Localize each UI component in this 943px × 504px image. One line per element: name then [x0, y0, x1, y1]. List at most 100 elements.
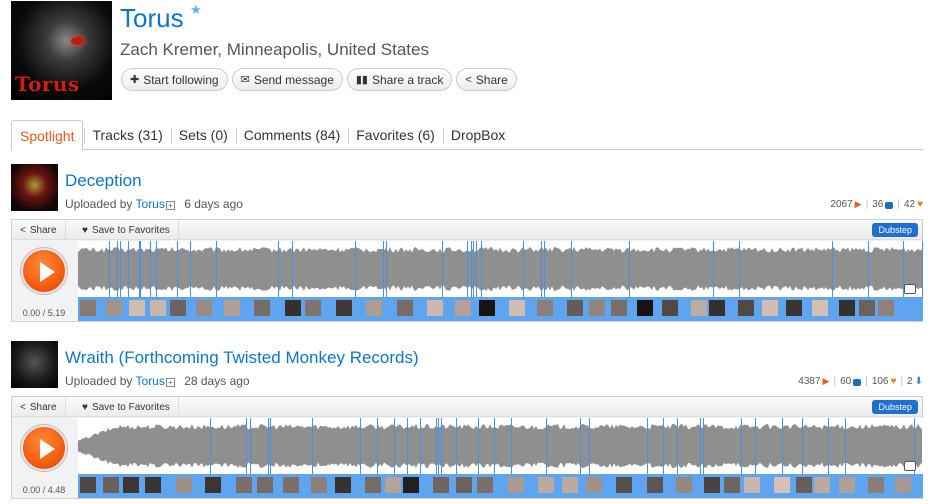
- comment-marker[interactable]: [407, 418, 408, 474]
- commenter-avatar[interactable]: [508, 477, 524, 493]
- commenter-avatar[interactable]: [123, 477, 139, 493]
- commenter-avatar[interactable]: [812, 300, 828, 316]
- comment-marker[interactable]: [190, 241, 191, 297]
- save-to-favorites-button[interactable]: ♥ Save to Favorites: [74, 397, 179, 417]
- comment-marker[interactable]: [292, 241, 293, 297]
- commenter-avatar[interactable]: [433, 477, 449, 493]
- comment-marker[interactable]: [156, 241, 157, 297]
- favorite-count[interactable]: 42: [904, 199, 915, 210]
- comment-marker[interactable]: [571, 241, 572, 297]
- comment-marker[interactable]: [700, 418, 701, 474]
- comment-marker[interactable]: [663, 418, 664, 474]
- commenter-avatar[interactable]: [762, 300, 778, 316]
- commenter-avatar[interactable]: [311, 477, 327, 493]
- comment-marker[interactable]: [117, 241, 118, 297]
- comment-marker[interactable]: [377, 418, 378, 474]
- comment-marker[interactable]: [580, 418, 581, 474]
- commenter-avatar[interactable]: [477, 477, 493, 493]
- comment-marker[interactable]: [677, 418, 678, 474]
- commenter-avatar[interactable]: [365, 477, 381, 493]
- tab-sets[interactable]: Sets (0): [170, 120, 236, 149]
- add-comment-icon[interactable]: [904, 284, 916, 294]
- send-message-button[interactable]: ✉ Send message: [231, 68, 343, 91]
- download-count[interactable]: 2: [907, 376, 913, 387]
- comment-marker[interactable]: [511, 418, 512, 474]
- comment-marker[interactable]: [476, 241, 477, 297]
- track-user-link[interactable]: Torus: [136, 197, 165, 211]
- start-following-button[interactable]: ✚ Start following: [121, 68, 228, 91]
- comment-count[interactable]: 36: [872, 199, 883, 210]
- comment-marker[interactable]: [177, 241, 178, 297]
- player-share-button[interactable]: < Share: [12, 397, 66, 417]
- commenter-avatar[interactable]: [456, 477, 472, 493]
- commenter-avatar[interactable]: [455, 300, 471, 316]
- commenter-avatar[interactable]: [106, 300, 122, 316]
- commenter-avatar[interactable]: [80, 477, 96, 493]
- comment-marker[interactable]: [441, 418, 442, 474]
- comment-marker[interactable]: [546, 418, 547, 474]
- commenter-avatar[interactable]: [738, 300, 754, 316]
- comment-marker[interactable]: [216, 241, 217, 297]
- commenter-avatar[interactable]: [774, 477, 790, 493]
- commenter-avatar[interactable]: [839, 300, 855, 316]
- comment-marker[interactable]: [845, 418, 846, 474]
- commenter-avatar[interactable]: [724, 477, 740, 493]
- comment-marker[interactable]: [478, 418, 479, 474]
- commenter-avatar[interactable]: [509, 300, 525, 316]
- track-title[interactable]: Deception: [65, 171, 142, 191]
- tab-favorites[interactable]: Favorites (6): [348, 120, 443, 149]
- commenter-avatar[interactable]: [637, 300, 653, 316]
- comment-marker[interactable]: [544, 241, 545, 297]
- comment-marker[interactable]: [467, 241, 468, 297]
- share-button[interactable]: < Share: [456, 68, 517, 91]
- favorite-count[interactable]: 106: [872, 376, 889, 387]
- follow-plus-icon[interactable]: +: [165, 378, 175, 387]
- commenter-avatar[interactable]: [859, 300, 875, 316]
- comment-marker[interactable]: [109, 241, 110, 297]
- commenter-avatar[interactable]: [562, 477, 578, 493]
- track-title[interactable]: Wraith (Forthcoming Twisted Monkey Recor…: [65, 348, 419, 368]
- commenter-avatar[interactable]: [647, 477, 663, 493]
- tab-spotlight[interactable]: Spotlight: [11, 120, 84, 151]
- comment-marker[interactable]: [741, 418, 742, 474]
- profile-name[interactable]: Torus: [120, 3, 184, 34]
- comment-marker[interactable]: [473, 241, 474, 297]
- commenter-avatar[interactable]: [176, 477, 192, 493]
- track-artwork[interactable]: [11, 341, 58, 388]
- comment-marker[interactable]: [828, 418, 829, 474]
- comment-marker[interactable]: [755, 418, 756, 474]
- commenter-avatar[interactable]: [691, 300, 707, 316]
- commenter-avatar[interactable]: [224, 300, 240, 316]
- waveform[interactable]: [78, 241, 923, 321]
- commenter-avatar[interactable]: [895, 477, 911, 493]
- commenter-avatar[interactable]: [586, 477, 602, 493]
- comment-marker[interactable]: [782, 418, 783, 474]
- commenter-avatar[interactable]: [145, 477, 161, 493]
- comment-marker[interactable]: [481, 241, 482, 297]
- commenter-avatar[interactable]: [796, 477, 812, 493]
- commenter-avatar[interactable]: [150, 300, 166, 316]
- player-share-button[interactable]: < Share: [12, 220, 66, 240]
- comment-marker[interactable]: [703, 418, 704, 474]
- commenter-avatar[interactable]: [236, 477, 252, 493]
- comment-marker[interactable]: [210, 418, 211, 474]
- commenter-avatar[interactable]: [814, 477, 830, 493]
- commenter-avatar[interactable]: [589, 300, 605, 316]
- commenter-avatar[interactable]: [283, 477, 299, 493]
- commenter-avatar[interactable]: [254, 300, 270, 316]
- genre-tag[interactable]: Dubstep: [872, 223, 918, 237]
- waveform[interactable]: [78, 418, 923, 498]
- commenter-avatar[interactable]: [839, 477, 855, 493]
- commenter-avatar[interactable]: [538, 477, 554, 493]
- comment-marker[interactable]: [250, 418, 251, 474]
- commenter-avatar[interactable]: [196, 300, 212, 316]
- comment-marker[interactable]: [456, 418, 457, 474]
- commenter-avatar[interactable]: [611, 300, 627, 316]
- comment-marker[interactable]: [629, 241, 630, 297]
- comment-marker[interactable]: [268, 418, 269, 474]
- commenter-avatar[interactable]: [427, 300, 443, 316]
- commenter-avatar[interactable]: [397, 300, 413, 316]
- commenter-avatar[interactable]: [537, 300, 553, 316]
- comment-marker[interactable]: [438, 418, 439, 474]
- commenter-avatar[interactable]: [205, 477, 221, 493]
